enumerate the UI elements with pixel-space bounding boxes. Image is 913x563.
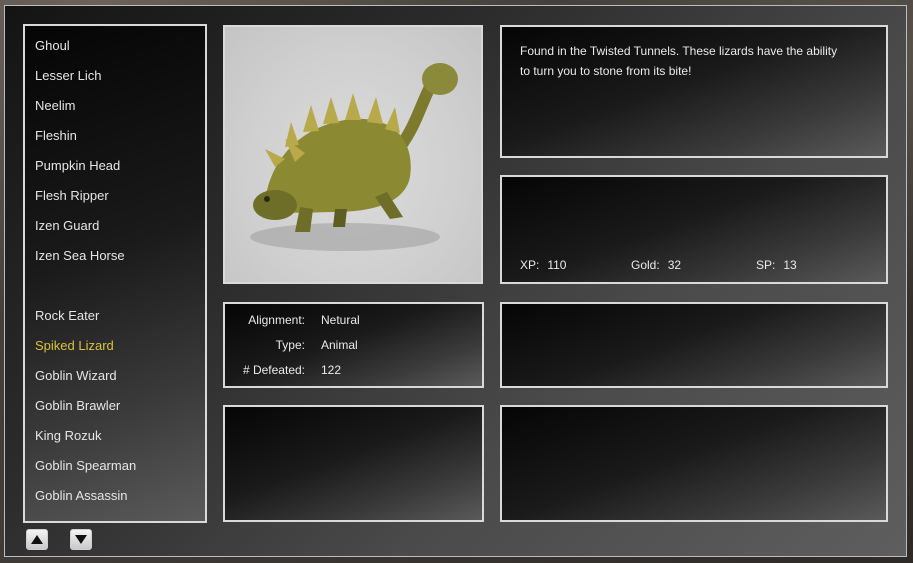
creature-list-item[interactable]: Goblin Assassin	[35, 484, 199, 514]
gold-stat: Gold: 32	[631, 258, 681, 272]
up-arrow-icon	[31, 535, 43, 544]
type-row: Type: Animal	[225, 338, 482, 358]
creature-list-item[interactable]: Ghoul	[35, 34, 199, 64]
type-value: Animal	[321, 338, 358, 352]
defeated-row: # Defeated: 122	[225, 363, 482, 383]
rewards-panel: XP: 110 Gold: 32 SP: 13	[500, 175, 888, 284]
creature-list-panel: Ghoul Lesser Lich Neelim Fleshin Pumpkin…	[23, 24, 207, 523]
defeated-value: 122	[321, 363, 342, 377]
creature-list-item[interactable]: Goblin Wizard	[35, 364, 199, 394]
creature-list-item[interactable]: Flesh Ripper	[35, 184, 199, 214]
alignment-value: Netural	[321, 313, 360, 327]
creature-list-item-selected[interactable]: Spiked Lizard	[35, 334, 199, 364]
creature-portrait	[223, 25, 483, 284]
empty-panel	[223, 405, 484, 522]
creature-list-item[interactable]: Pumpkin Head	[35, 154, 199, 184]
scroll-up-button[interactable]	[26, 529, 48, 550]
sp-label: SP:	[756, 258, 776, 272]
creature-info-panel: Alignment: Netural Type: Animal # Defeat…	[223, 302, 484, 388]
alignment-label: Alignment:	[248, 313, 305, 327]
creature-list-item[interactable]: Fleshin	[35, 124, 199, 154]
creature-list-item[interactable]: Goblin Spearman	[35, 454, 199, 484]
xp-value: 110	[547, 258, 567, 272]
gold-value: 32	[667, 258, 682, 272]
description-panel: Found in the Twisted Tunnels. These liza…	[500, 25, 888, 158]
creature-description: Found in the Twisted Tunnels. These liza…	[520, 44, 838, 78]
creature-list-item[interactable]: Goblin Brawler	[35, 394, 199, 424]
creature-list-item[interactable]: Izen Guard	[35, 214, 199, 244]
sp-stat: SP: 13	[756, 258, 797, 272]
scroll-down-button[interactable]	[70, 529, 92, 550]
creature-list-item[interactable]: King Rozuk	[35, 424, 199, 454]
sp-value: 13	[783, 258, 797, 272]
defeated-label: # Defeated:	[242, 363, 305, 377]
type-label: Type:	[275, 338, 305, 352]
creature-list-item[interactable]: Rock Eater	[35, 304, 199, 334]
empty-panel	[500, 302, 888, 388]
xp-label: XP:	[520, 258, 540, 272]
creature-list-item[interactable]: Lesser Lich	[35, 64, 199, 94]
creature-list: Ghoul Lesser Lich Neelim Fleshin Pumpkin…	[35, 34, 199, 514]
creature-list-item[interactable]: Neelim	[35, 94, 199, 124]
xp-stat: XP: 110	[520, 258, 566, 272]
spiked-lizard-image	[250, 63, 458, 251]
creature-list-item[interactable]: Izen Sea Horse	[35, 244, 199, 274]
down-arrow-icon	[75, 535, 87, 544]
empty-panel	[500, 405, 888, 522]
alignment-row: Alignment: Netural	[225, 313, 482, 333]
gold-label: Gold:	[631, 258, 660, 272]
